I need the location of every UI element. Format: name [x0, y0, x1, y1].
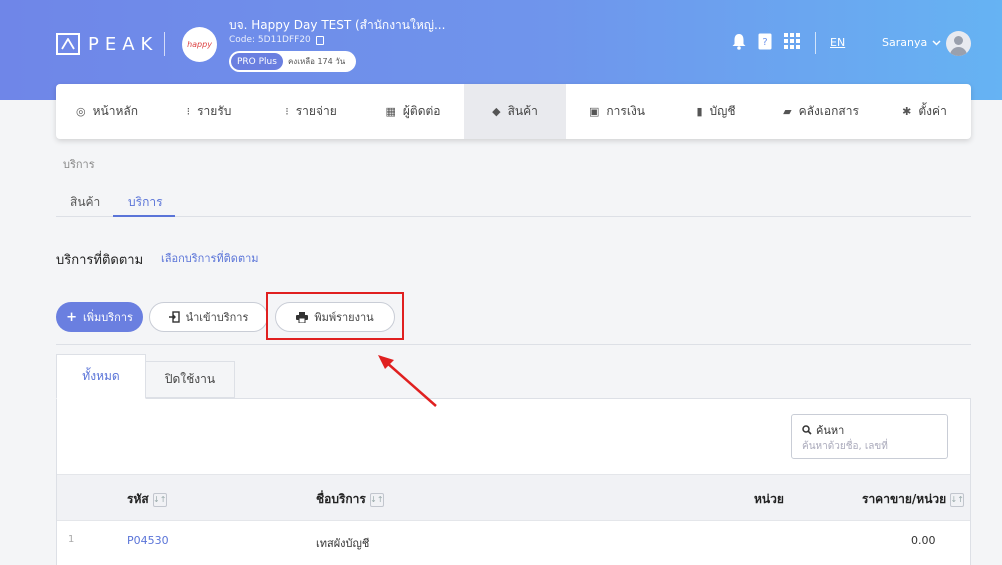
menu-item-label: รายจ่าย [295, 104, 337, 118]
expense-list-icon: ⁝ [285, 105, 289, 118]
column-header-price[interactable]: ราคาขาย/หน่วย ↓↑ [862, 490, 965, 509]
subtab-products[interactable]: สินค้า [70, 193, 100, 212]
subtab-active-indicator [113, 215, 175, 217]
column-code-label: รหัส [127, 492, 149, 506]
table-row[interactable]: 1 P04530 เทสผังบัญชี 0.00 [57, 522, 970, 562]
dashboard-icon: ◎ [76, 105, 86, 118]
import-service-label: นำเข้าบริการ [185, 311, 249, 324]
menu-item-label: รายรับ [197, 104, 232, 118]
column-header-unit: หน่วย [754, 490, 784, 509]
search-placeholder: ค้นหาด้วยชื่อ, เลขที่ [802, 441, 888, 452]
language-switch[interactable]: EN [830, 36, 845, 49]
section-divider [56, 344, 971, 345]
menu-item-contacts[interactable]: ▦ ผู้ติดต่อ [362, 84, 464, 139]
menu-item-documents[interactable]: ▰ คลังเอกสาร [764, 84, 878, 139]
income-list-icon: ⁝ [186, 105, 191, 118]
plan-pill: PRO Plus คงเหลือ 174 วัน [229, 51, 356, 72]
subtab-services[interactable]: บริการ [128, 193, 163, 212]
menu-item-expense[interactable]: ⁝ รายจ่าย [260, 84, 362, 139]
highlight-box [266, 292, 404, 340]
company-code: Code: 5D11DFF20 [229, 35, 324, 45]
menu-item-products[interactable]: ◆ สินค้า [464, 84, 566, 139]
breadcrumb: บริการ [63, 158, 95, 171]
menu-item-income[interactable]: ⁝ รายรับ [158, 84, 260, 139]
menu-item-label: ผู้ติดต่อ [402, 104, 441, 118]
row-code-link[interactable]: P04530 [127, 534, 169, 547]
column-unit-label: หน่วย [754, 492, 784, 506]
add-service-button[interactable]: + เพิ่มบริการ [56, 302, 143, 332]
table-header: รหัส ↓↑ ชื่อบริการ ↓↑ หน่วย ราคาขาย/หน่ว… [57, 474, 970, 521]
apps-grid-icon[interactable] [784, 33, 800, 53]
sort-icon[interactable]: ↓↑ [369, 492, 384, 507]
menu-item-label: ตั้งค่า [918, 104, 947, 118]
sort-icon[interactable]: ↓↑ [950, 492, 965, 507]
plan-days-left: คงเหลือ 174 วัน [287, 57, 346, 66]
user-name: Saranya [882, 36, 928, 49]
tab-inactive[interactable]: ปิดใช้งาน [145, 361, 235, 398]
logo-text: PEAK [88, 33, 159, 55]
copy-icon[interactable] [315, 35, 324, 45]
ledger-icon: ▮ [696, 105, 703, 118]
menu-item-accounting[interactable]: ▮ บัญชี [668, 84, 764, 139]
tab-all[interactable]: ทั้งหมด [56, 354, 146, 399]
folder-icon: ▰ [783, 105, 792, 118]
menu-item-label: หน้าหลัก [92, 104, 138, 118]
column-price-label: ราคาขาย/หน่วย [862, 492, 947, 506]
header-divider [815, 32, 816, 54]
column-header-code[interactable]: รหัส ↓↑ [127, 490, 167, 509]
import-service-button[interactable]: นำเข้าบริการ [149, 302, 268, 332]
menu-item-home[interactable]: ◎ หน้าหลัก [56, 84, 158, 139]
menu-item-label: การเงิน [606, 104, 646, 118]
svg-text:?: ? [762, 37, 767, 48]
search-label: ค้นหา [802, 421, 844, 439]
company-name[interactable]: บจ. Happy Day TEST (สำนักงานใหญ่... [229, 16, 445, 35]
import-icon [168, 311, 180, 323]
add-service-label: เพิ่มบริการ [83, 311, 133, 324]
bell-icon[interactable] [731, 33, 747, 54]
column-name-label: ชื่อบริการ [316, 492, 366, 506]
plan-badge: PRO Plus [231, 53, 283, 70]
section-title: บริการที่ติดตาม [56, 253, 144, 268]
help-book-icon[interactable]: ? [758, 33, 772, 54]
company-code-text: Code: 5D11DFF20 [229, 35, 311, 45]
plus-icon: + [66, 309, 77, 325]
logo-mark-icon [56, 33, 80, 55]
money-icon: ▣ [588, 105, 600, 118]
user-avatar[interactable] [946, 31, 971, 56]
logo-separator [164, 32, 166, 56]
menu-item-label: สินค้า [507, 104, 538, 118]
box-icon: ◆ [492, 105, 501, 118]
gear-icon: ✱ [902, 105, 912, 118]
row-number: 1 [68, 534, 75, 545]
menu-item-settings[interactable]: ✱ ตั้งค่า [878, 84, 971, 139]
menu-item-label: คลังเอกสาร [798, 104, 859, 118]
row-service-name: เทสผังบัญชี [316, 537, 370, 550]
select-tracked-services-link[interactable]: เลือกบริการที่ติดตาม [161, 249, 259, 267]
menu-item-finance[interactable]: ▣ การเงิน [566, 84, 668, 139]
company-avatar[interactable]: happy [182, 27, 217, 62]
contacts-icon: ▦ [385, 105, 396, 118]
user-menu[interactable]: Saranya [882, 36, 941, 49]
chevron-down-icon [932, 39, 941, 46]
search-label-text: ค้นหา [816, 424, 845, 437]
column-header-name[interactable]: ชื่อบริการ ↓↑ [316, 490, 384, 509]
main-menu: ◎ หน้าหลัก ⁝ รายรับ ⁝ รายจ่าย ▦ ผู้ติดต่… [56, 84, 971, 139]
sort-icon[interactable]: ↓↑ [152, 492, 167, 507]
row-price: 0.00 [911, 534, 936, 547]
sub-tabs: สินค้า บริการ [56, 186, 971, 217]
search-icon [802, 425, 812, 435]
peak-logo[interactable]: PEAK [56, 32, 166, 56]
menu-item-label: บัญชี [709, 104, 736, 118]
search-input[interactable]: ค้นหา ค้นหาด้วยชื่อ, เลขที่ [791, 414, 948, 459]
